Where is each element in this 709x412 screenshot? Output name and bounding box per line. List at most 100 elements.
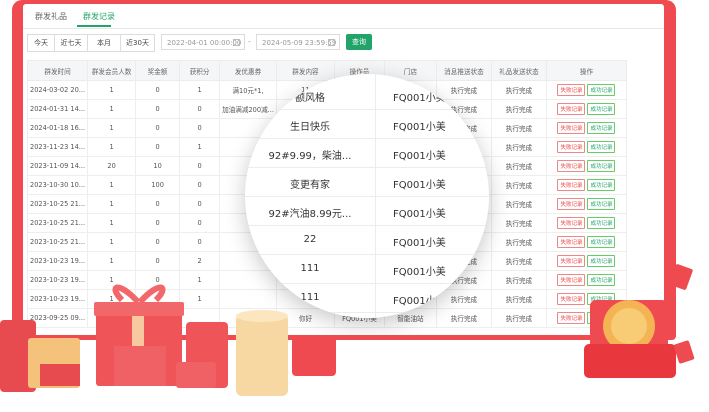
success-record-link[interactable]: 成功记录: [587, 179, 616, 191]
tab-bar: 群发礼品 群发记录: [23, 4, 664, 29]
start-date-input[interactable]: 2022-04-01 00:00:00: [161, 34, 245, 50]
column-header: 发优惠券: [219, 60, 277, 81]
magnified-operator: FQ001小美: [393, 238, 446, 249]
table-cell: 执行完成: [490, 232, 547, 252]
magnifier-row: 92#汽油8.99元... FQ001小美: [245, 198, 489, 226]
filter-month-button[interactable]: 本月: [87, 34, 121, 52]
magnifier-row: 生日快乐 FQ001小美: [245, 111, 489, 139]
filter-7days-button[interactable]: 近七天: [54, 34, 88, 52]
table-cell: 0: [135, 232, 181, 252]
fail-record-link[interactable]: 失败记录: [557, 217, 586, 229]
tab-send-records[interactable]: 群发记录: [83, 11, 115, 22]
table-header-row: 群发时间 群发会员人数 奖金额 获积分 发优惠券 群发内容 操作员 门店 消息推送状态 礼品发送状…: [26, 60, 627, 81]
table-cell: 执行完成: [490, 156, 547, 176]
magnified-operator: FQ001小美: [393, 93, 446, 104]
table-cell: 1: [87, 118, 137, 138]
table-cell: 执行完成: [490, 99, 547, 119]
tab-gift-send[interactable]: 群发礼品: [35, 11, 67, 22]
table-cell: 2023-10-25 21...: [26, 213, 89, 233]
fail-record-link[interactable]: 失败记录: [557, 84, 586, 96]
table-cell: 1: [87, 80, 137, 100]
table-cell: 0: [135, 80, 181, 100]
magnifier-row: 变更有家 FQ001小美: [245, 169, 489, 197]
fail-record-link[interactable]: 失败记录: [557, 198, 586, 210]
column-header: 群发时间: [26, 60, 89, 81]
calendar-icon: [233, 39, 240, 46]
magnified-content: 92#9.99，柴油...: [268, 151, 352, 162]
calendar-icon: [328, 39, 335, 46]
fail-record-link[interactable]: 失败记录: [557, 122, 586, 134]
table-cell: 0: [179, 194, 221, 214]
operation-cell: 失败记录成功记录: [545, 99, 627, 119]
column-header: 消息推送状态: [435, 60, 492, 81]
gift-box-icon: [0, 284, 336, 396]
table-cell: 0: [179, 232, 221, 252]
fail-record-link[interactable]: 失败记录: [557, 236, 586, 248]
magnified-operator: FQ001小美: [393, 151, 446, 162]
success-record-link[interactable]: 成功记录: [587, 217, 616, 229]
gift-decoration: [0, 264, 695, 396]
table-cell: 执行完成: [490, 213, 547, 233]
magnified-content: 92#汽油8.99元...: [268, 209, 352, 220]
table-cell: 0: [179, 99, 221, 119]
table-cell: 0: [179, 156, 221, 176]
table-cell: 1: [87, 99, 137, 119]
table-cell: 执行完成: [490, 137, 547, 157]
table-cell: 0: [135, 194, 181, 214]
table-cell: 2023-10-25 21...: [26, 232, 89, 252]
magnified-operator: FQ001小美: [393, 180, 446, 191]
operation-cell: 失败记录成功记录: [545, 118, 627, 138]
success-record-link[interactable]: 成功记录: [587, 103, 616, 115]
operation-cell: 失败记录成功记录: [545, 80, 627, 100]
success-record-link[interactable]: 成功记录: [587, 236, 616, 248]
table-cell: 1: [87, 232, 137, 252]
query-button[interactable]: 查询: [346, 34, 372, 50]
table-cell: 执行完成: [490, 175, 547, 195]
end-date-input[interactable]: 2024-05-09 23:59:59: [256, 34, 340, 50]
operation-cell: 失败记录成功记录: [545, 137, 627, 157]
success-record-link[interactable]: 成功记录: [587, 122, 616, 134]
table-cell: 0: [135, 137, 181, 157]
magnifier-row: 额风格 FQ001小美: [245, 82, 489, 110]
column-header: 获积分: [179, 60, 221, 81]
filter-30days-button[interactable]: 近30天: [120, 34, 155, 52]
magnified-content: 22: [303, 234, 317, 245]
table-cell: 执行完成: [490, 194, 547, 214]
table-cell: 执行完成: [490, 118, 547, 138]
red-envelope-icon: [584, 264, 695, 378]
table-cell: 100: [135, 175, 181, 195]
operation-cell: 失败记录成功记录: [545, 156, 627, 176]
table-cell: 1: [179, 80, 221, 100]
table-cell: 2023-10-30 10...: [26, 175, 89, 195]
fail-record-link[interactable]: 失败记录: [557, 103, 586, 115]
table-cell: 2023-11-09 14...: [26, 156, 89, 176]
table-cell: 2024-03-02 20...: [26, 80, 89, 100]
start-date-value: 2022-04-01 00:00:00: [167, 39, 242, 47]
table-cell: 0: [135, 99, 181, 119]
success-record-link[interactable]: 成功记录: [587, 84, 616, 96]
operation-cell: 失败记录成功记录: [545, 175, 627, 195]
fail-record-link[interactable]: 失败记录: [557, 141, 586, 153]
magnified-content: 变更有家: [290, 180, 330, 191]
table-cell: 1: [87, 175, 137, 195]
fail-record-link[interactable]: 失败记录: [557, 160, 586, 172]
success-record-link[interactable]: 成功记录: [587, 160, 616, 172]
column-header: 礼品发送状态: [490, 60, 547, 81]
end-date-value: 2024-05-09 23:59:59: [262, 39, 337, 47]
table-cell: 0: [135, 213, 181, 233]
operation-cell: 失败记录成功记录: [545, 213, 627, 233]
table-cell: 1: [179, 137, 221, 157]
fail-record-link[interactable]: 失败记录: [557, 179, 586, 191]
operation-cell: 失败记录成功记录: [545, 194, 627, 214]
filter-today-button[interactable]: 今天: [27, 34, 55, 52]
success-record-link[interactable]: 成功记录: [587, 141, 616, 153]
magnifier-row: 22 FQ001小美: [245, 227, 489, 255]
operation-cell: 失败记录成功记录: [545, 232, 627, 252]
success-record-link[interactable]: 成功记录: [587, 198, 616, 210]
column-header: 操作: [545, 60, 627, 81]
table-cell: 2023-10-25 21...: [26, 194, 89, 214]
table-cell: 20: [87, 156, 137, 176]
column-header: 群发会员人数: [87, 60, 137, 81]
column-header: 奖金额: [135, 60, 181, 81]
table-cell: 2024-01-18 16...: [26, 118, 89, 138]
